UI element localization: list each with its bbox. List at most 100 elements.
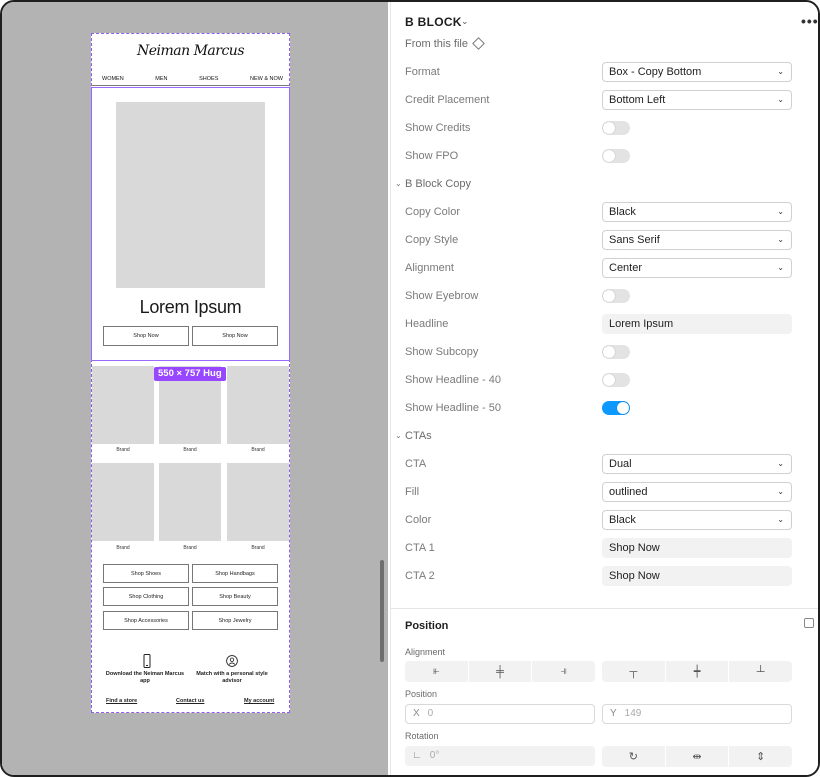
- brand-caption: Brand: [116, 447, 130, 453]
- align-left-icon[interactable]: ⫦: [405, 661, 468, 682]
- rotation-angle-icon: ∟: [412, 750, 422, 761]
- y-input[interactable]: Y 149: [602, 704, 792, 724]
- chevron-down-icon[interactable]: ⌄: [461, 16, 469, 27]
- chevron-down-icon: ⌄: [777, 515, 784, 524]
- shop-handbags-button[interactable]: Shop Handbags: [192, 564, 278, 583]
- rotation-input[interactable]: ∟ 0°: [405, 746, 595, 766]
- chevron-down-icon: ⌄: [777, 207, 784, 216]
- x-value: 0: [427, 708, 434, 719]
- cta-select[interactable]: Dual ⌄: [602, 454, 792, 474]
- format-label: Format: [405, 66, 440, 78]
- nav-item-new-now[interactable]: NEW & NOW: [250, 76, 283, 82]
- design-canvas[interactable]: Neiman Marcus WOMEN MEN SHOES NEW & NOW …: [2, 2, 388, 775]
- horizontal-align-group: ⫦ ╪ ⫣: [405, 661, 595, 682]
- cta1-input[interactable]: Shop Now: [602, 538, 792, 558]
- toggle-knob: [603, 290, 615, 302]
- toggle-knob: [603, 150, 615, 162]
- brand-tile: [159, 463, 221, 541]
- contact-us-link[interactable]: Contact us: [176, 698, 204, 704]
- vertical-align-group: ┬ ┿ ┴: [602, 661, 792, 682]
- show-credits-label: Show Credits: [405, 122, 471, 134]
- format-value: Box - Copy Bottom: [609, 66, 702, 78]
- fill-select[interactable]: outlined ⌄: [602, 482, 792, 502]
- brand-caption: Brand: [183, 545, 197, 551]
- brand-tile: [92, 463, 154, 541]
- align-top-icon[interactable]: ┬: [602, 661, 665, 682]
- align-middle-v-icon[interactable]: ┿: [664, 661, 729, 682]
- find-store-link[interactable]: Find a store: [106, 698, 137, 704]
- rotation-section-label: Rotation: [405, 731, 439, 741]
- show-headline-40-toggle[interactable]: [602, 373, 630, 387]
- copy-color-value: Black: [609, 206, 636, 218]
- nav-item-shoes[interactable]: SHOES: [199, 76, 218, 82]
- hero-cta-1[interactable]: Shop Now: [103, 326, 189, 346]
- show-fpo-toggle[interactable]: [602, 149, 630, 163]
- alignment-select[interactable]: Center ⌄: [602, 258, 792, 278]
- b-block-copy-header[interactable]: B Block Copy: [405, 177, 471, 191]
- nav-item-men[interactable]: MEN: [155, 76, 167, 82]
- copy-color-label: Copy Color: [405, 206, 461, 218]
- chevron-down-icon: ⌄: [777, 487, 784, 496]
- copy-style-select[interactable]: Sans Serif ⌄: [602, 230, 792, 250]
- brand-caption: Brand: [116, 545, 130, 551]
- more-options-icon[interactable]: •••: [801, 13, 818, 29]
- color-select[interactable]: Black ⌄: [602, 510, 792, 530]
- headline-input[interactable]: Lorem Ipsum: [602, 314, 792, 334]
- shop-clothing-button[interactable]: Shop Clothing: [103, 587, 189, 606]
- copy-color-select[interactable]: Black ⌄: [602, 202, 792, 222]
- copy-style-label: Copy Style: [405, 234, 459, 246]
- shop-beauty-button[interactable]: Shop Beauty: [192, 587, 278, 606]
- show-eyebrow-label: Show Eyebrow: [405, 290, 479, 302]
- brand-tile: [227, 463, 289, 541]
- nav-item-women[interactable]: WOMEN: [102, 76, 124, 82]
- shop-jewelry-button[interactable]: Shop Jewelry: [192, 611, 278, 630]
- color-value: Black: [609, 514, 636, 526]
- show-headline-50-toggle[interactable]: [602, 401, 630, 415]
- alignment-label: Alignment: [405, 262, 454, 274]
- component-title[interactable]: B BLOCK: [405, 15, 462, 29]
- cta-label: CTA: [405, 458, 427, 470]
- chevron-down-icon[interactable]: ⌄: [395, 177, 402, 191]
- show-eyebrow-toggle[interactable]: [602, 289, 630, 303]
- headline-label: Headline: [405, 318, 449, 330]
- hero-cta-2[interactable]: Shop Now: [192, 326, 278, 346]
- my-account-link[interactable]: My account: [244, 698, 274, 704]
- component-icon[interactable]: [472, 37, 485, 50]
- download-app-text: Download the Neiman Marcus app: [105, 671, 185, 684]
- fill-value: outlined: [609, 486, 648, 498]
- format-select[interactable]: Box - Copy Bottom ⌄: [602, 62, 792, 82]
- y-label: Y: [610, 708, 617, 719]
- show-fpo-label: Show FPO: [405, 150, 459, 162]
- show-credits-toggle[interactable]: [602, 121, 630, 135]
- align-center-h-icon[interactable]: ╪: [467, 661, 532, 682]
- constraints-icon[interactable]: [804, 618, 814, 628]
- copy-style-value: Sans Serif: [609, 234, 660, 246]
- hero-headline: Lorem Ipsum: [139, 297, 242, 317]
- chevron-down-icon[interactable]: ⌄: [395, 429, 402, 443]
- canvas-scrollbar[interactable]: [380, 560, 384, 662]
- align-right-icon[interactable]: ⫣: [531, 661, 595, 682]
- email-frame[interactable]: Neiman Marcus WOMEN MEN SHOES NEW & NOW …: [91, 33, 290, 713]
- cta2-input[interactable]: Shop Now: [602, 566, 792, 586]
- shop-accessories-button[interactable]: Shop Accessories: [103, 611, 189, 630]
- position-section-label: Position: [405, 689, 438, 699]
- credit-placement-select[interactable]: Bottom Left ⌄: [602, 90, 792, 110]
- chevron-down-icon: ⌄: [777, 95, 784, 104]
- fill-label: Fill: [405, 486, 420, 498]
- email-header: Neiman Marcus WOMEN MEN SHOES NEW & NOW: [92, 34, 289, 86]
- flip-vertical-icon[interactable]: ⇕: [728, 746, 792, 767]
- x-input[interactable]: X0: [405, 704, 595, 724]
- credit-placement-value: Bottom Left: [609, 94, 666, 106]
- alignment-section-label: Alignment: [405, 647, 446, 657]
- rotate-icon[interactable]: ↻: [602, 746, 665, 767]
- ctas-header[interactable]: CTAs: [405, 429, 432, 443]
- brand-tile: [92, 366, 154, 444]
- show-subcopy-toggle[interactable]: [602, 345, 630, 359]
- brand-caption: Brand: [183, 447, 197, 453]
- flip-horizontal-icon[interactable]: ⇹: [664, 746, 729, 767]
- toggle-knob: [603, 346, 615, 358]
- email-nav: WOMEN MEN SHOES NEW & NOW: [92, 76, 289, 82]
- align-bottom-icon[interactable]: ┴: [728, 661, 792, 682]
- shop-shoes-button[interactable]: Shop Shoes: [103, 564, 189, 583]
- cta1-label: CTA 1: [405, 542, 435, 554]
